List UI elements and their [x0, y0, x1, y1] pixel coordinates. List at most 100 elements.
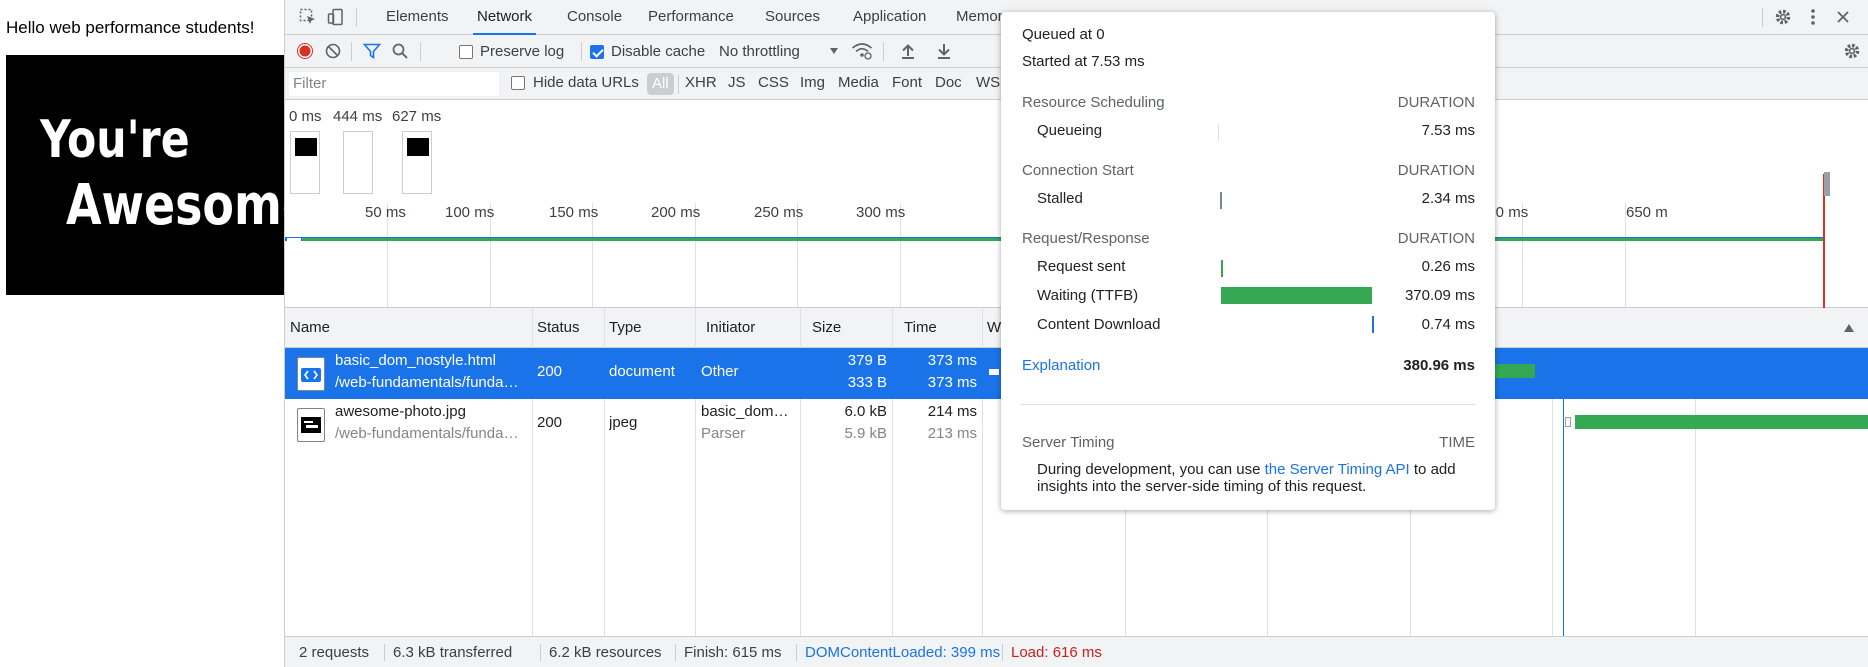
filter-type-img[interactable]: Img	[800, 74, 825, 91]
toolbar-separator	[883, 42, 884, 61]
tab-console[interactable]: Console	[563, 0, 626, 35]
request-resource-size: 333 B	[847, 374, 887, 391]
filter-type-js[interactable]: JS	[728, 74, 746, 91]
server-timing-text: During development, you can use the Serv…	[1037, 461, 1456, 478]
network-settings-gear-icon[interactable]	[1841, 41, 1863, 61]
filter-type-ws[interactable]: WS	[976, 74, 1000, 91]
column-time[interactable]: Time	[899, 308, 937, 348]
timing-label: Request sent	[1037, 258, 1126, 275]
request-path: /web-fundamentals/funda…	[335, 374, 519, 391]
request-status: 200	[537, 414, 563, 431]
status-separator	[384, 644, 385, 661]
request-name: basic_dom_nostyle.html	[335, 352, 496, 369]
clear-icon[interactable]	[322, 41, 344, 61]
column-waterfall[interactable]: W	[982, 308, 1001, 348]
explanation-link[interactable]: Explanation	[1022, 357, 1100, 374]
network-conditions-icon[interactable]	[851, 41, 873, 61]
request-time: 373 ms	[927, 352, 977, 369]
server-timing-title: Server Timing	[1022, 434, 1115, 451]
tab-elements[interactable]: Elements	[382, 0, 453, 35]
status-finish: Finish: 615 ms	[684, 644, 782, 661]
request-size: 6.0 kB	[844, 403, 887, 420]
status-requests: 2 requests	[299, 644, 370, 661]
search-icon[interactable]	[389, 41, 411, 61]
disable-cache-label: Disable cache	[611, 43, 706, 60]
filter-all-button[interactable]: All	[647, 73, 674, 95]
filterbar-separator	[678, 75, 679, 94]
filmstrip-frame[interactable]	[402, 131, 432, 194]
timing-value: 2.34 ms	[1421, 190, 1475, 207]
waterfall-bar	[1575, 415, 1868, 429]
timing-label: Stalled	[1037, 190, 1083, 207]
filter-input[interactable]: Filter	[289, 72, 499, 96]
duration-header: DURATION	[1397, 230, 1475, 247]
tabbar-separator-right	[1762, 8, 1763, 27]
hide-data-urls-checkbox[interactable]	[511, 76, 525, 90]
page-greeting: Hello web performance students!	[6, 18, 255, 37]
column-size[interactable]: Size	[807, 308, 841, 348]
tabbar-separator	[356, 8, 357, 27]
settings-gear-icon[interactable]	[1772, 7, 1794, 27]
preserve-log-checkbox[interactable]	[459, 45, 473, 59]
section-title: Request/Response	[1022, 230, 1150, 247]
request-name: awesome-photo.jpg	[335, 403, 466, 420]
throttling-select[interactable]: No throttling	[719, 43, 800, 60]
filter-type-media[interactable]: Media	[838, 74, 879, 91]
overview-tick-label: 100 ms	[445, 204, 495, 221]
server-timing-time-header: TIME	[1439, 434, 1475, 451]
timing-label: Waiting (TTFB)	[1037, 287, 1139, 304]
filter-type-font[interactable]: Font	[892, 74, 922, 91]
tab-sources[interactable]: Sources	[761, 0, 824, 35]
tab-performance[interactable]: Performance	[644, 0, 738, 35]
frame-thumbnail	[295, 138, 317, 156]
column-status[interactable]: Status	[532, 308, 580, 348]
request-latency: 373 ms	[927, 374, 977, 391]
overview-tick-label: 250 ms	[754, 204, 804, 221]
server-timing-text-line2: insights into the server-side timing of …	[1037, 478, 1367, 495]
timing-total: 380.96 ms	[1403, 357, 1475, 374]
tab-application[interactable]: Application	[849, 0, 930, 35]
throttling-dropdown-arrow-icon[interactable]	[823, 41, 845, 61]
record-icon[interactable]	[294, 41, 316, 61]
request-size: 379 B	[847, 352, 887, 369]
tab-memory[interactable]: Memor	[952, 0, 1007, 35]
overview-tick-label: 50 ms	[365, 204, 406, 221]
filmstrip-frame[interactable]	[343, 131, 373, 194]
queueing-bar	[1218, 124, 1219, 141]
column-type[interactable]: Type	[604, 308, 642, 348]
inspect-element-icon[interactable]	[297, 7, 319, 27]
image-file-icon	[297, 408, 325, 442]
preserve-log-label: Preserve log	[480, 43, 565, 60]
device-toolbar-icon[interactable]	[325, 7, 347, 27]
status-separator	[675, 644, 676, 661]
server-timing-api-link[interactable]: the Server Timing API	[1265, 461, 1410, 478]
request-initiator: Other	[701, 363, 739, 380]
sort-ascending-icon[interactable]	[1838, 318, 1860, 338]
filter-type-css[interactable]: CSS	[758, 74, 789, 91]
disable-cache-checkbox[interactable]	[590, 45, 604, 59]
status-resources: 6.2 kB resources	[549, 644, 662, 661]
html-file-icon	[297, 357, 325, 391]
column-initiator[interactable]: Initiator	[701, 308, 755, 348]
timing-label: Content Download	[1037, 316, 1161, 333]
filter-type-xhr[interactable]: XHR	[685, 74, 717, 91]
more-options-icon[interactable]	[1802, 7, 1824, 27]
close-devtools-icon[interactable]	[1832, 7, 1854, 27]
request-initiator[interactable]: basic_dom…	[701, 403, 796, 420]
filter-funnel-icon[interactable]	[361, 41, 383, 61]
toolbar-separator	[351, 42, 352, 61]
overview-window-handle[interactable]	[1824, 172, 1830, 196]
column-name[interactable]: Name	[285, 308, 330, 348]
status-transferred: 6.3 kB transferred	[393, 644, 513, 661]
import-har-icon[interactable]	[897, 41, 919, 61]
timing-value: 7.53 ms	[1421, 122, 1475, 139]
filmstrip-frame[interactable]	[290, 131, 320, 194]
overview-tick-label: 300 ms	[856, 204, 906, 221]
filter-type-doc[interactable]: Doc	[935, 74, 962, 91]
tab-network[interactable]: Network	[473, 0, 537, 35]
waterfall-bar	[1495, 364, 1535, 378]
status-load: Load: 616 ms	[1011, 644, 1102, 661]
frame-thumbnail	[407, 138, 429, 156]
export-har-icon[interactable]	[933, 41, 955, 61]
request-status: 200	[537, 363, 563, 380]
